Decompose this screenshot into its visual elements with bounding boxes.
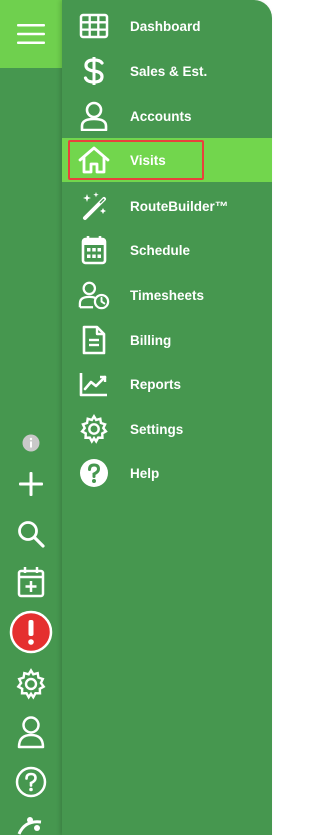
user-icon xyxy=(17,716,45,749)
nav-item-label: Settings xyxy=(130,421,184,437)
nav-item-label: Sales & Est. xyxy=(130,63,208,79)
gear-icon xyxy=(16,668,46,700)
grid-icon xyxy=(78,10,110,42)
question-circle-icon xyxy=(78,457,110,489)
icon-rail xyxy=(0,0,62,835)
document-icon xyxy=(78,324,110,356)
help-icon xyxy=(15,766,47,798)
rail-bottom-button[interactable] xyxy=(0,812,62,835)
nav-item-label: Visits xyxy=(130,152,166,168)
calendar-icon xyxy=(78,234,110,266)
nav-item-settings[interactable]: Settings xyxy=(62,407,272,451)
nav-item-routebuilder[interactable]: RouteBuilder™ xyxy=(62,184,272,228)
add-event-button[interactable] xyxy=(0,562,62,602)
dollar-icon xyxy=(78,55,110,87)
navigation-panel: Dashboard Sales & Est. Accounts Visits R… xyxy=(62,0,272,835)
nav-item-label: Dashboard xyxy=(130,18,201,34)
nav-item-label: Timesheets xyxy=(130,287,205,303)
menu-icon xyxy=(17,24,45,44)
partial-icon xyxy=(17,817,42,835)
nav-item-help[interactable]: Help xyxy=(62,451,272,495)
alerts-button[interactable] xyxy=(0,610,62,654)
nav-item-accounts[interactable]: Accounts xyxy=(62,94,272,138)
nav-item-label: Help xyxy=(130,465,160,481)
settings-button[interactable] xyxy=(0,664,62,704)
nav-item-sales[interactable]: Sales & Est. xyxy=(62,49,272,93)
info-button[interactable] xyxy=(0,432,62,454)
user-clock-icon xyxy=(78,279,110,311)
nav-item-label: Billing xyxy=(130,332,172,348)
nav-item-billing[interactable]: Billing xyxy=(62,318,272,362)
nav-item-label: RouteBuilder™ xyxy=(130,198,229,214)
profile-button[interactable] xyxy=(0,712,62,752)
nav-item-reports[interactable]: Reports xyxy=(62,362,272,406)
plus-icon xyxy=(19,472,43,496)
menu-toggle-button[interactable] xyxy=(0,0,62,68)
nav-item-label: Accounts xyxy=(130,108,192,124)
search-button[interactable] xyxy=(0,514,62,554)
chart-line-icon xyxy=(78,368,110,400)
user-icon xyxy=(78,100,110,132)
nav-item-label: Schedule xyxy=(130,242,191,258)
nav-item-dashboard[interactable]: Dashboard xyxy=(62,4,272,48)
gear-icon xyxy=(78,413,110,445)
help-button[interactable] xyxy=(0,762,62,802)
nav-item-schedule[interactable]: Schedule xyxy=(62,228,272,272)
alert-icon xyxy=(9,610,53,654)
magic-wand-icon xyxy=(78,190,110,222)
home-icon xyxy=(78,144,110,176)
add-button[interactable] xyxy=(0,466,62,502)
nav-item-visits[interactable]: Visits xyxy=(62,138,272,182)
calendar-add-icon xyxy=(17,567,45,598)
search-icon xyxy=(18,521,45,548)
info-icon xyxy=(22,434,40,452)
nav-item-label: Reports xyxy=(130,376,182,392)
nav-item-timesheets[interactable]: Timesheets xyxy=(62,273,272,317)
